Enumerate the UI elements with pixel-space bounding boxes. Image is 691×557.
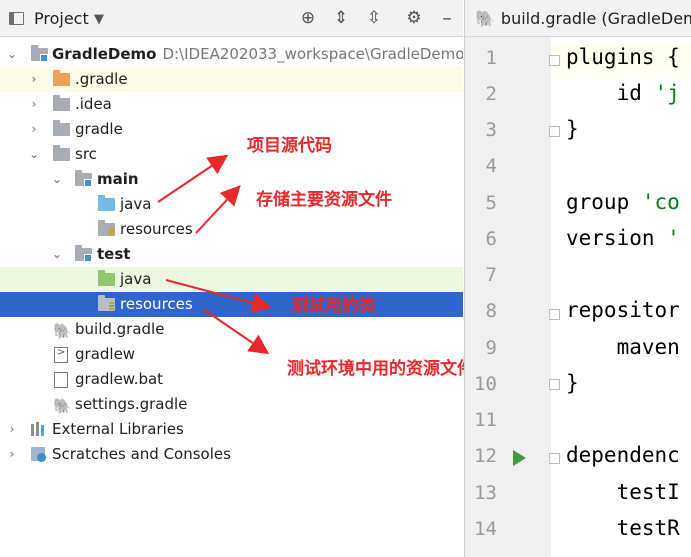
line-number: 11 [474, 409, 497, 431]
gradle-elephant-icon: 🐘 [475, 9, 495, 28]
editor-tab-bar: 🐘 build.gradle (GradleDemo) [465, 0, 691, 37]
annotation-test-resources: 测试环境中用的资源文件 [287, 359, 474, 379]
editor-gutter [465, 37, 551, 557]
line-number: 10 [474, 373, 497, 395]
code-line[interactable]: testR [566, 516, 680, 540]
code-string: ' [667, 226, 680, 250]
tab-label: build.gradle (GradleDemo) [500, 9, 691, 28]
line-number: 14 [474, 518, 497, 540]
code-line[interactable]: testI [566, 480, 680, 504]
line-number: 3 [485, 119, 497, 141]
line-number: 5 [485, 192, 497, 214]
code-line[interactable]: group 'co [566, 190, 680, 214]
fold-marker[interactable] [549, 453, 560, 464]
line-number: 9 [485, 337, 497, 359]
code-line[interactable]: } [566, 371, 579, 395]
code-line[interactable]: } [566, 117, 579, 141]
code-line[interactable]: id 'j [566, 81, 680, 105]
editor-panel: 🐘 build.gradle (GradleDemo) 1 2 3 4 5 6 7… [464, 0, 691, 557]
line-number: 4 [485, 155, 497, 177]
code-line[interactable]: version ' [566, 226, 680, 250]
line-number: 1 [485, 47, 497, 69]
fold-marker[interactable] [549, 379, 560, 390]
annotation-main-resources: 存储主要资源文件 [256, 190, 392, 210]
code-token: id [566, 81, 655, 105]
line-number: 12 [474, 445, 497, 467]
arrow-to-source-code [157, 154, 229, 203]
fold-marker[interactable] [549, 126, 560, 137]
code-line[interactable]: repositor [566, 298, 680, 322]
arrow-to-test-classes [165, 279, 272, 313]
code-line[interactable]: maven [566, 335, 680, 359]
arrow-to-test-resources [202, 308, 270, 355]
line-number: 2 [485, 83, 497, 105]
line-number: 8 [485, 300, 497, 322]
line-number: 7 [485, 264, 497, 286]
line-number: 13 [474, 482, 497, 504]
code-string: 'j [654, 81, 680, 105]
annotation-test-classes: 测试用的类 [291, 296, 376, 316]
line-number: 6 [485, 228, 497, 250]
code-line[interactable]: dependenc [566, 443, 680, 467]
annotation-source-code: 项目源代码 [247, 136, 332, 156]
arrow-to-main-resources [195, 185, 241, 234]
code-string: 'co [641, 190, 680, 214]
run-icon[interactable] [513, 450, 526, 466]
fold-marker[interactable] [549, 55, 560, 66]
fold-marker[interactable] [549, 309, 560, 320]
code-line[interactable]: plugins { [566, 45, 680, 69]
code-token: group [566, 190, 642, 214]
tab-build-gradle[interactable]: 🐘 build.gradle (GradleDemo) [475, 9, 691, 28]
code-token: version [566, 226, 668, 250]
